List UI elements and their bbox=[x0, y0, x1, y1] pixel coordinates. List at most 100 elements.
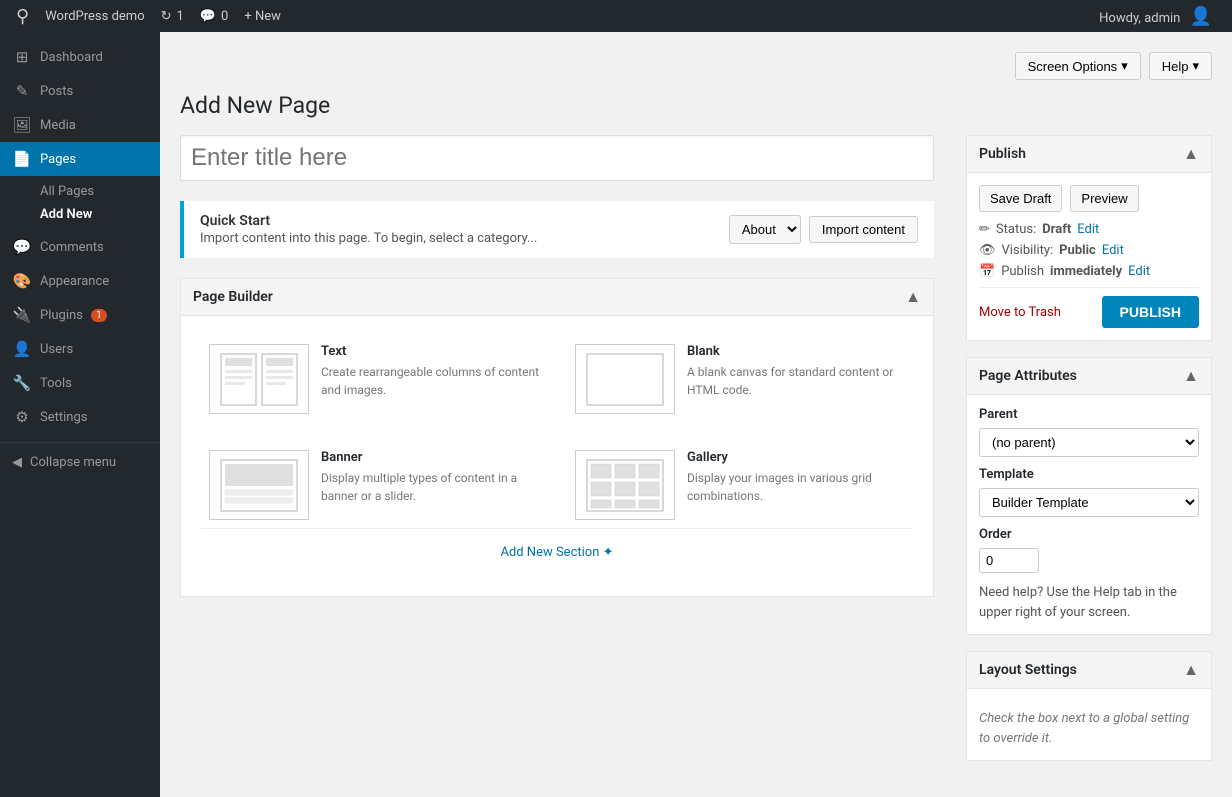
visibility-edit-link[interactable]: Edit bbox=[1102, 243, 1124, 258]
sidebar-item-label: Dashboard bbox=[40, 50, 103, 65]
site-name: WordPress demo bbox=[45, 9, 144, 24]
publish-time-edit-link[interactable]: Edit bbox=[1128, 264, 1150, 279]
builder-item-banner[interactable]: Banner Display multiple types of content… bbox=[201, 442, 547, 528]
page-builder-toggle[interactable]: ▲ bbox=[905, 287, 921, 307]
builder-label-text: Text bbox=[321, 344, 539, 359]
comments-icon: 💬 bbox=[200, 9, 216, 24]
collapse-menu-button[interactable]: ◀ Collapse menu bbox=[0, 442, 160, 478]
preview-button[interactable]: Preview bbox=[1070, 185, 1138, 212]
save-draft-button[interactable]: Save Draft bbox=[979, 185, 1062, 212]
publish-box-header: Publish ▲ bbox=[967, 136, 1211, 173]
dashboard-icon: ⊞ bbox=[12, 48, 32, 66]
page-attributes-box: Page Attributes ▲ Parent (no parent) Tem… bbox=[966, 357, 1212, 635]
comments-nav-icon: 💬 bbox=[12, 238, 32, 256]
publish-actions: Save Draft Preview bbox=[979, 185, 1199, 212]
sidebar-sub-all-pages[interactable]: All Pages bbox=[32, 180, 160, 203]
builder-info-blank: Blank A blank canvas for standard conten… bbox=[687, 344, 905, 399]
sidebar-item-media[interactable]: 🖼 Media bbox=[0, 108, 160, 142]
status-edit-link[interactable]: Edit bbox=[1077, 222, 1099, 237]
user-greeting: Howdy, admin 👤 bbox=[1087, 6, 1224, 27]
visibility-value: Public bbox=[1059, 243, 1096, 258]
move-to-trash-link[interactable]: Move to Trash bbox=[979, 305, 1061, 320]
appearance-icon: 🎨 bbox=[12, 272, 32, 290]
collapse-label: Collapse menu bbox=[30, 455, 116, 470]
builder-info-banner: Banner Display multiple types of content… bbox=[321, 450, 539, 505]
plugins-badge: 1 bbox=[91, 309, 107, 322]
import-content-button[interactable]: Import content bbox=[809, 216, 918, 243]
status-value: Draft bbox=[1042, 222, 1071, 237]
page-builder-content: Text Create rearrangeable columns of con… bbox=[181, 316, 933, 596]
quick-start-category-select[interactable]: About bbox=[729, 215, 801, 244]
updates-link[interactable]: ↻ 1 bbox=[153, 0, 192, 32]
layout-settings-content: Check the box next to a global setting t… bbox=[967, 689, 1211, 760]
builder-info-gallery: Gallery Display your images in various g… bbox=[687, 450, 905, 505]
builder-thumb-gallery bbox=[575, 450, 675, 520]
order-label: Order bbox=[979, 527, 1199, 542]
sidebar-item-label: Tools bbox=[40, 376, 72, 391]
publish-button[interactable]: PUBLISH bbox=[1102, 296, 1199, 328]
builder-desc-gallery: Display your images in various grid comb… bbox=[687, 469, 905, 505]
sidebar-item-posts[interactable]: ✎ Posts bbox=[0, 74, 160, 108]
main-content: Screen Options ▾ Help ▾ Add New Page Qui… bbox=[160, 32, 1232, 797]
sidebar-item-tools[interactable]: 🔧 Tools bbox=[0, 366, 160, 400]
status-icon: ✏ bbox=[979, 222, 990, 237]
builder-desc-text: Create rearrangeable columns of content … bbox=[321, 363, 539, 399]
layout-settings-header: Layout Settings ▲ bbox=[967, 652, 1211, 689]
publish-box-content: Save Draft Preview ✏ Status: Draft Edit bbox=[967, 173, 1211, 340]
builder-thumb-blank bbox=[575, 344, 675, 414]
layout-settings-toggle[interactable]: ▲ bbox=[1183, 660, 1199, 680]
new-content-link[interactable]: + New bbox=[236, 0, 289, 32]
sidebar-item-dashboard[interactable]: ⊞ Dashboard bbox=[0, 40, 160, 74]
sidebar-item-pages[interactable]: 📄 Pages bbox=[0, 142, 160, 176]
sidebar-sub-add-new[interactable]: Add New bbox=[32, 203, 160, 226]
builder-desc-blank: A blank canvas for standard content or H… bbox=[687, 363, 905, 399]
page-attributes-toggle[interactable]: ▲ bbox=[1183, 366, 1199, 386]
chevron-down-icon: ▾ bbox=[1192, 58, 1199, 74]
sidebar-item-comments[interactable]: 💬 Comments bbox=[0, 230, 160, 264]
comments-link[interactable]: 💬 0 bbox=[192, 0, 237, 32]
publish-visibility: 👁 Visibility: Public Edit bbox=[979, 243, 1199, 258]
parent-select[interactable]: (no parent) bbox=[979, 428, 1199, 457]
media-icon: 🖼 bbox=[12, 116, 32, 134]
builder-item-text[interactable]: Text Create rearrangeable columns of con… bbox=[201, 336, 547, 422]
builder-item-blank[interactable]: Blank A blank canvas for standard conten… bbox=[567, 336, 913, 422]
right-sidebar: Publish ▲ Save Draft Preview bbox=[950, 135, 1212, 777]
sidebar-item-users[interactable]: 👤 Users bbox=[0, 332, 160, 366]
publish-title: Publish bbox=[979, 146, 1026, 162]
template-label: Template bbox=[979, 467, 1199, 482]
help-button[interactable]: Help ▾ bbox=[1149, 52, 1212, 80]
plus-icon: ✦ bbox=[603, 545, 614, 560]
updates-icon: ↻ bbox=[161, 9, 172, 24]
sidebar-item-label: Posts bbox=[40, 84, 73, 99]
layout-settings-title: Layout Settings bbox=[979, 662, 1077, 678]
calendar-icon: 📅 bbox=[979, 264, 995, 279]
publish-toggle[interactable]: ▲ bbox=[1183, 144, 1199, 164]
publish-status: ✏ Status: Draft Edit bbox=[979, 222, 1199, 237]
builder-desc-banner: Display multiple types of content in a b… bbox=[321, 469, 539, 505]
site-name-link[interactable]: WordPress demo bbox=[37, 0, 152, 32]
template-select[interactable]: Builder Template bbox=[979, 488, 1199, 517]
quick-start-title: Quick Start bbox=[200, 213, 537, 229]
order-input[interactable] bbox=[979, 548, 1039, 573]
wp-logo-icon[interactable]: ⚲ bbox=[8, 6, 37, 27]
parent-label: Parent bbox=[979, 407, 1199, 422]
publish-box: Publish ▲ Save Draft Preview bbox=[966, 135, 1212, 341]
pages-icon: 📄 bbox=[12, 150, 32, 168]
add-section-bar: Add New Section ✦ bbox=[201, 528, 913, 576]
add-new-section-link[interactable]: Add New Section ✦ bbox=[500, 545, 613, 560]
builder-info-text: Text Create rearrangeable columns of con… bbox=[321, 344, 539, 399]
screen-options-button[interactable]: Screen Options ▾ bbox=[1015, 52, 1141, 80]
page-attributes-title: Page Attributes bbox=[979, 368, 1077, 384]
builder-item-gallery[interactable]: Gallery Display your images in various g… bbox=[567, 442, 913, 528]
plugins-icon: 🔌 bbox=[12, 306, 32, 324]
builder-thumb-banner bbox=[209, 450, 309, 520]
page-attributes-header: Page Attributes ▲ bbox=[967, 358, 1211, 395]
sidebar-item-plugins[interactable]: 🔌 Plugins 1 bbox=[0, 298, 160, 332]
page-title-input[interactable] bbox=[180, 135, 934, 181]
sidebar-item-settings[interactable]: ⚙ Settings bbox=[0, 400, 160, 434]
page-builder-panel: Page Builder ▲ bbox=[180, 278, 934, 597]
quick-start-text: Quick Start Import content into this pag… bbox=[200, 213, 537, 246]
page-builder-title: Page Builder bbox=[193, 289, 273, 305]
sidebar-item-appearance[interactable]: 🎨 Appearance bbox=[0, 264, 160, 298]
builder-label-banner: Banner bbox=[321, 450, 539, 465]
